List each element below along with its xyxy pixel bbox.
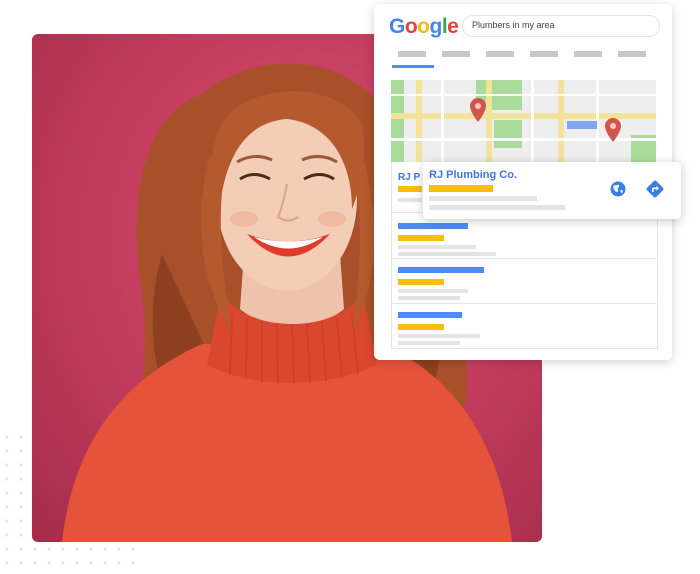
result-title-bar	[398, 223, 468, 229]
logo-letter: G	[389, 15, 405, 38]
road	[486, 80, 492, 162]
road	[416, 80, 422, 162]
list-item[interactable]	[392, 212, 657, 259]
park-area	[494, 120, 522, 148]
globe-icon[interactable]	[608, 179, 628, 199]
active-tab-indicator	[392, 65, 434, 68]
logo-letter: o	[417, 15, 430, 38]
logo-letter: g	[429, 15, 443, 38]
tab-3[interactable]	[486, 51, 514, 57]
detail-line	[398, 334, 480, 338]
park-area	[391, 80, 404, 162]
tab-all[interactable]	[398, 51, 426, 57]
rating-bar	[429, 185, 493, 192]
tab-4[interactable]	[530, 51, 558, 57]
tab-6[interactable]	[618, 51, 646, 57]
result-title[interactable]: RJ P	[398, 172, 420, 183]
street	[441, 80, 444, 162]
rating-bar	[398, 235, 444, 241]
detail-line	[398, 252, 496, 256]
detail-line	[429, 205, 565, 210]
street	[531, 80, 534, 162]
location-pin-icon[interactable]	[470, 98, 486, 122]
location-pin-icon[interactable]	[605, 118, 621, 142]
tab-2[interactable]	[442, 51, 470, 57]
detail-line	[398, 245, 476, 249]
road	[558, 80, 564, 162]
rating-bar	[398, 186, 422, 192]
rating-bar	[398, 279, 444, 285]
detail-line	[398, 296, 460, 300]
street	[391, 94, 656, 96]
map-view[interactable]	[391, 80, 656, 162]
result-title-bar	[398, 312, 462, 318]
detail-line	[429, 196, 537, 201]
business-popup-card[interactable]: RJ Plumbing Co.	[423, 162, 681, 219]
rating-bar	[398, 324, 444, 330]
directions-icon[interactable]	[645, 179, 665, 199]
list-item[interactable]	[392, 258, 657, 304]
logo-letter: e	[447, 15, 459, 38]
highlighted-route	[567, 121, 597, 129]
detail-line	[398, 289, 468, 293]
logo-letter: o	[404, 15, 418, 38]
list-item[interactable]	[392, 303, 657, 349]
search-query-text: Plumbers in my area	[472, 20, 555, 30]
result-title-bar	[398, 267, 484, 273]
detail-line	[398, 341, 460, 345]
detail-line	[398, 198, 422, 202]
tab-5[interactable]	[574, 51, 602, 57]
google-logo: Google	[389, 15, 459, 39]
business-name[interactable]: RJ Plumbing Co.	[429, 169, 517, 181]
search-input[interactable]: Plumbers in my area	[462, 15, 660, 37]
